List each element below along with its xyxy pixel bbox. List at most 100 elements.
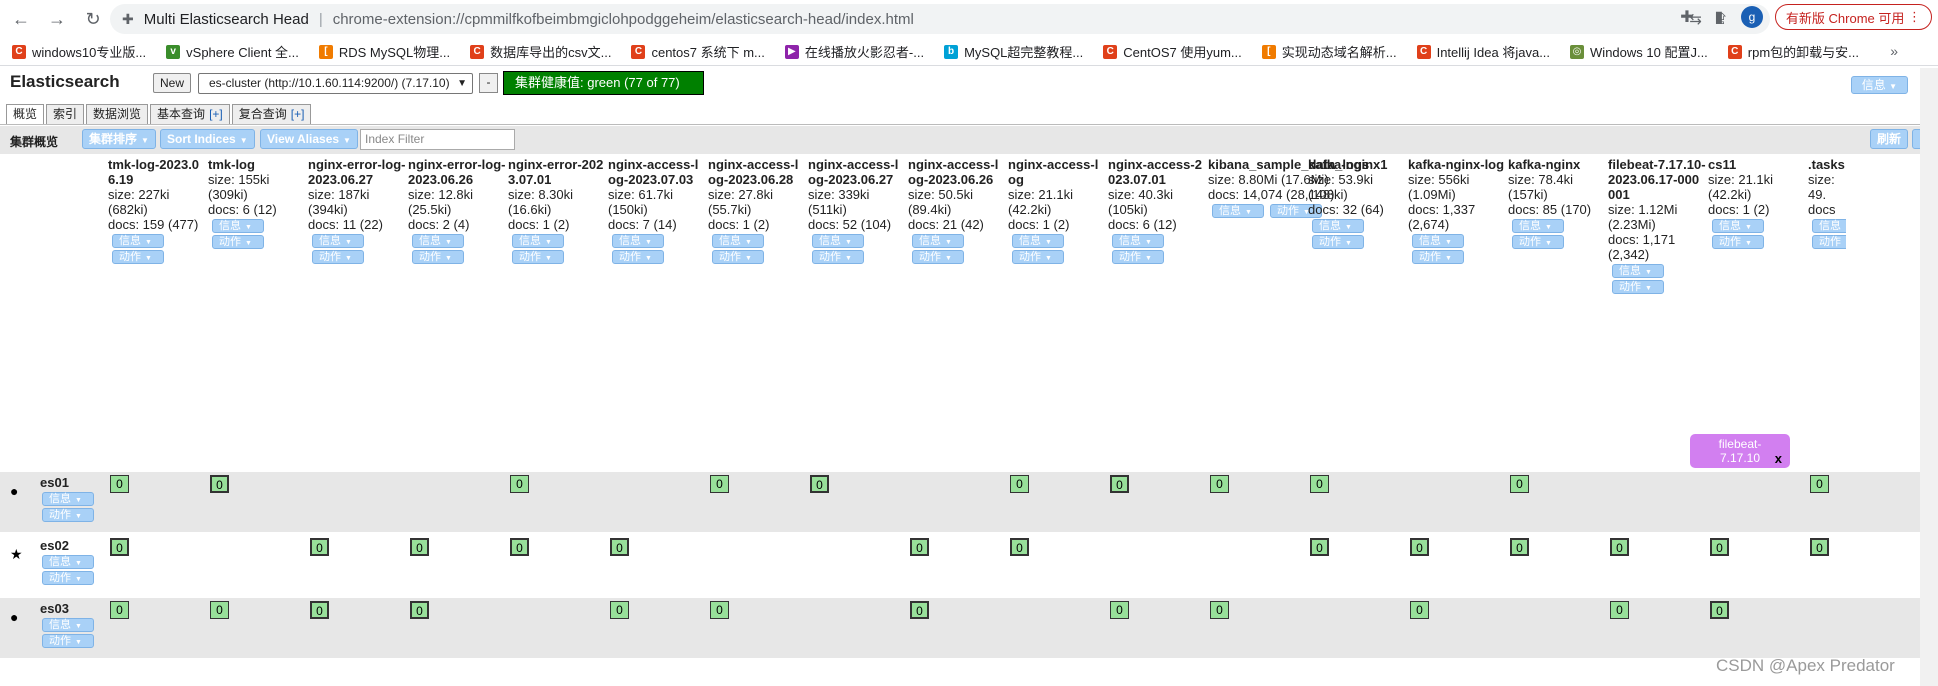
node-action-button[interactable]: 动作 ▼ xyxy=(42,508,94,522)
shard-box[interactable]: 0 xyxy=(110,601,129,619)
shard-box[interactable]: 0 xyxy=(410,601,429,619)
sidepanel-icon[interactable]: ▮ xyxy=(1709,7,1729,27)
shard-box[interactable]: 0 xyxy=(510,538,529,556)
shard-box[interactable]: 0 xyxy=(1210,601,1229,619)
sort-cluster-button[interactable]: 集群排序 ▼ xyxy=(82,129,156,149)
index-info-button[interactable]: 信息 ▼ xyxy=(1312,219,1364,233)
shard-box[interactable]: 0 xyxy=(210,475,229,493)
shard-box[interactable]: 0 xyxy=(110,538,129,556)
index-action-button[interactable]: 动作 ▼ xyxy=(512,250,564,264)
index-action-button[interactable]: 动作 ▼ xyxy=(312,250,364,264)
shard-box[interactable]: 0 xyxy=(1110,475,1129,493)
index-filter-input[interactable]: Index Filter xyxy=(360,129,515,150)
shard-box[interactable]: 0 xyxy=(1210,475,1229,493)
shard-box[interactable]: 0 xyxy=(310,538,329,556)
shard-box[interactable]: 0 xyxy=(1310,475,1329,493)
shard-box[interactable]: 0 xyxy=(210,601,229,619)
shard-box[interactable]: 0 xyxy=(810,475,829,493)
cluster-select[interactable]: es-cluster (http://10.1.60.114:9200/) (7… xyxy=(198,73,473,94)
shard-box[interactable]: 0 xyxy=(1410,601,1429,619)
shard-box[interactable]: 0 xyxy=(710,601,729,619)
view-aliases-button[interactable]: View Aliases ▼ xyxy=(260,129,358,149)
node-info-button[interactable]: 信息 ▼ xyxy=(42,492,94,506)
shard-box[interactable]: 0 xyxy=(1310,538,1329,556)
shard-box[interactable]: 0 xyxy=(110,475,129,493)
bookmark-item[interactable]: v vSphere Client 全... xyxy=(166,42,299,61)
index-action-button[interactable]: 动作 ▼ xyxy=(112,250,164,264)
shard-box[interactable]: 0 xyxy=(410,538,429,556)
shard-box[interactable]: 0 xyxy=(910,601,929,619)
index-info-button[interactable]: 信息 ▼ xyxy=(1212,204,1264,218)
index-action-button[interactable]: 动作 ▼ xyxy=(1712,235,1764,249)
sort-indices-button[interactable]: Sort Indices ▼ xyxy=(160,129,255,149)
extensions-icon[interactable]: ✚ xyxy=(1677,7,1697,27)
index-action-button[interactable]: 动作 ▼ xyxy=(212,235,264,249)
index-action-button[interactable]: 动作 ▼ xyxy=(612,250,664,264)
index-info-button[interactable]: 信息 ▼ xyxy=(1112,234,1164,248)
shard-box[interactable]: 0 xyxy=(610,601,629,619)
node-info-button[interactable]: 信息 ▼ xyxy=(42,618,94,632)
bookmark-item[interactable]: b MySQL超完整教程... xyxy=(944,42,1083,61)
shard-box[interactable]: 0 xyxy=(1510,475,1529,493)
tab-0[interactable]: 概览 xyxy=(6,104,45,124)
new-connection-button[interactable]: New xyxy=(153,73,192,93)
bookmark-item[interactable]: ◎ Windows 10 配置J... xyxy=(1570,42,1708,61)
index-info-button[interactable]: 信息 ▼ xyxy=(1812,219,1846,233)
address-bar[interactable]: ✚ Multi Elasticsearch Head | chrome-exte… xyxy=(110,4,1770,34)
shard-box[interactable]: 0 xyxy=(1010,475,1029,493)
shard-box[interactable]: 0 xyxy=(1110,601,1129,619)
index-info-button[interactable]: 信息 ▼ xyxy=(1612,264,1664,278)
bookmark-item[interactable]: [RDS MySQL物理... xyxy=(318,42,450,61)
index-action-button[interactable]: 动作 ▼ xyxy=(1412,250,1464,264)
shard-box[interactable]: 0 xyxy=(1610,601,1629,619)
node-action-button[interactable]: 动作 ▼ xyxy=(42,634,94,648)
bookmark-item[interactable]: Cwindows10专业版... xyxy=(12,42,146,61)
shard-box[interactable]: 0 xyxy=(1610,538,1629,556)
index-action-button[interactable]: 动作 ▼ xyxy=(1012,250,1064,264)
reload-icon[interactable]: ↻ xyxy=(78,4,108,34)
tab-1[interactable]: 索引 xyxy=(46,104,85,124)
shard-box[interactable]: 0 xyxy=(1710,601,1729,619)
shard-box[interactable]: 0 xyxy=(510,475,529,493)
forward-icon[interactable]: → xyxy=(42,4,72,34)
shard-box[interactable]: 0 xyxy=(1810,475,1829,493)
index-info-button[interactable]: 信息 ▼ xyxy=(312,234,364,248)
index-info-button[interactable]: 信息 ▼ xyxy=(512,234,564,248)
more-bookmarks-icon[interactable]: » xyxy=(1890,43,1898,59)
tab-2[interactable]: 数据浏览 xyxy=(86,104,149,124)
back-icon[interactable]: ← xyxy=(6,4,36,34)
index-action-button[interactable]: 动作 ▼ xyxy=(1112,250,1164,264)
index-info-button[interactable]: 信息 ▼ xyxy=(1712,219,1764,233)
index-info-button[interactable]: 信息 ▼ xyxy=(912,234,964,248)
tab-3[interactable]: 基本查询 [+] xyxy=(150,104,230,124)
index-info-button[interactable]: 信息 ▼ xyxy=(1412,234,1464,248)
shard-box[interactable]: 0 xyxy=(610,538,629,556)
index-action-button[interactable]: 动作 ▼ xyxy=(1612,280,1664,294)
index-info-button[interactable]: 信息 ▼ xyxy=(112,234,164,248)
index-action-button[interactable]: 动作 ▼ xyxy=(412,250,464,264)
shard-box[interactable]: 0 xyxy=(710,475,729,493)
index-action-button[interactable]: 动作 ▼ xyxy=(812,250,864,264)
index-action-button[interactable]: 动作 ▼ xyxy=(1812,235,1846,249)
shard-box[interactable]: 0 xyxy=(1410,538,1429,556)
bookmark-item[interactable]: C Intellij Idea 将java... xyxy=(1416,42,1550,61)
bookmark-item[interactable]: C 数据库导出的csv文... xyxy=(470,42,611,61)
index-info-button[interactable]: 信息 ▼ xyxy=(412,234,464,248)
avatar[interactable]: g xyxy=(1740,6,1763,28)
bookmark-item[interactable]: Crpm包的卸载与安... xyxy=(1727,42,1859,61)
node-action-button[interactable]: 动作 ▼ xyxy=(42,571,94,585)
refresh-button[interactable]: 刷新 xyxy=(1869,129,1908,149)
remove-cluster-button[interactable]: - xyxy=(479,73,498,93)
page-scrollbar[interactable] xyxy=(1920,68,1938,686)
tab-add-link[interactable]: [+] xyxy=(209,107,223,121)
bookmark-item[interactable]: [实现动态域名解析... xyxy=(1261,42,1397,61)
shard-box[interactable]: 0 xyxy=(1710,538,1729,556)
tab-add-link[interactable]: [+] xyxy=(291,107,305,121)
bookmark-item[interactable]: ▶ 在线播放火影忍者-... xyxy=(784,42,924,61)
update-chrome-button[interactable]: 有新版 Chrome 可用 ⋮ xyxy=(1774,4,1932,30)
index-info-button[interactable]: 信息 ▼ xyxy=(812,234,864,248)
shard-box[interactable]: 0 xyxy=(1810,538,1829,556)
header-info-button[interactable]: 信息 ▼ xyxy=(1850,76,1908,94)
index-action-button[interactable]: 动作 ▼ xyxy=(712,250,764,264)
shard-box[interactable]: 0 xyxy=(310,601,329,619)
